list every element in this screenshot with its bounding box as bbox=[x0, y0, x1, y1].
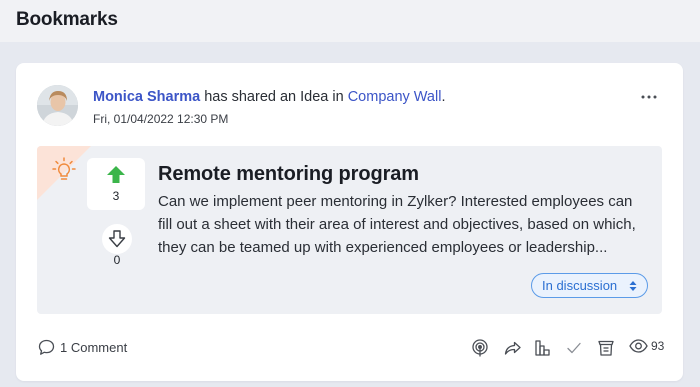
view-count: 93 bbox=[629, 339, 664, 353]
poll-chart-icon bbox=[535, 340, 550, 356]
action-text: has shared an Idea in bbox=[200, 89, 348, 105]
downvote-button[interactable] bbox=[102, 224, 132, 254]
downvote-count: 0 bbox=[113, 253, 121, 267]
status-label: In discussion bbox=[542, 278, 618, 293]
upvote-panel: 3 bbox=[87, 158, 145, 210]
archive-button[interactable] bbox=[597, 339, 615, 357]
page-title: Bookmarks bbox=[16, 9, 118, 30]
upvote-button[interactable] bbox=[105, 164, 127, 184]
check-icon bbox=[567, 342, 581, 354]
views-count: 93 bbox=[651, 339, 665, 353]
poll-button[interactable] bbox=[534, 339, 552, 357]
idea-title[interactable]: Remote mentoring program bbox=[158, 163, 419, 186]
arrow-down-icon bbox=[108, 230, 126, 248]
archive-icon bbox=[598, 340, 614, 356]
comment-button[interactable]: 1 Comment bbox=[38, 339, 127, 356]
post-timestamp: Fri, 01/04/2022 12:30 PM bbox=[93, 112, 229, 126]
mark-done-button[interactable] bbox=[565, 339, 583, 357]
idea-box: 3 0 Remote mentoring program Can we impl… bbox=[37, 146, 662, 314]
more-horizontal-icon bbox=[641, 95, 657, 99]
podcast-icon bbox=[472, 339, 488, 357]
top-bar: Bookmarks bbox=[0, 0, 700, 42]
share-line: Monica Sharma has shared an Idea in Comp… bbox=[93, 89, 445, 105]
upvote-count: 3 bbox=[112, 189, 120, 203]
idea-corner bbox=[37, 146, 91, 200]
location-link[interactable]: Company Wall bbox=[348, 89, 442, 105]
share-button[interactable] bbox=[504, 339, 522, 357]
eye-icon bbox=[629, 339, 648, 353]
comment-icon bbox=[38, 339, 55, 355]
avatar[interactable] bbox=[37, 85, 78, 126]
post-card: Monica Sharma has shared an Idea in Comp… bbox=[16, 63, 683, 381]
comment-count: 1 Comment bbox=[60, 340, 128, 355]
author-link[interactable]: Monica Sharma bbox=[93, 89, 200, 105]
more-options-button[interactable] bbox=[639, 87, 659, 107]
arrow-up-icon bbox=[107, 165, 125, 183]
podcast-button[interactable] bbox=[471, 339, 489, 357]
sort-arrows-icon bbox=[629, 281, 637, 291]
idea-description: Can we implement peer mentoring in Zylke… bbox=[158, 193, 636, 256]
share-icon bbox=[504, 341, 521, 355]
period: . bbox=[441, 89, 446, 105]
status-dropdown[interactable]: In discussion bbox=[531, 273, 648, 298]
